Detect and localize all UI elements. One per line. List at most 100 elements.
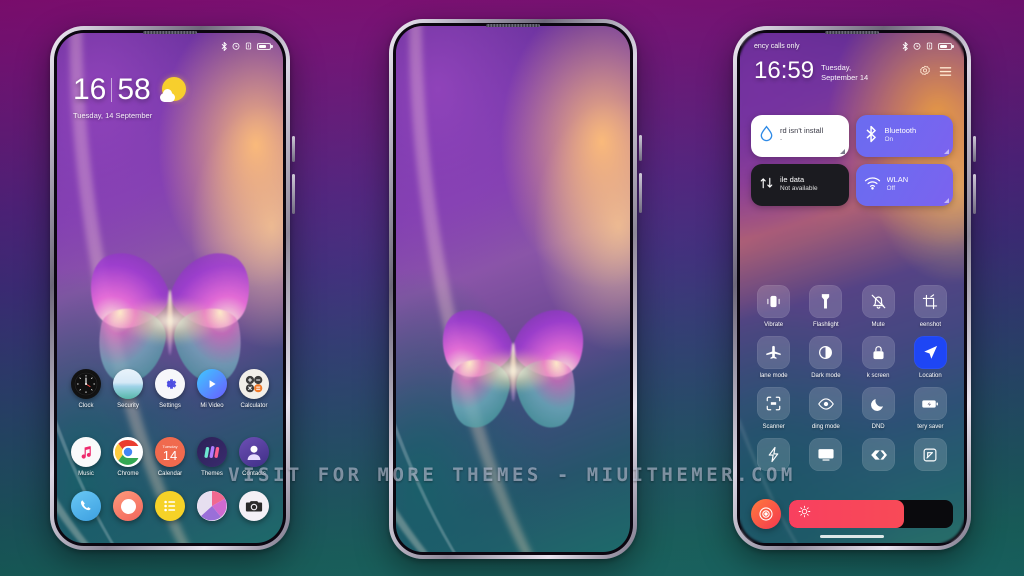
app-icon-calendar[interactable]: Tuesday 14 Calendar bbox=[149, 437, 191, 477]
phone2-bezel bbox=[393, 23, 633, 555]
toggle-mi-share[interactable] bbox=[856, 438, 901, 475]
control-center: 16:59 Tuesday, September 14 rd isn't ins… bbox=[740, 33, 964, 543]
status-bar: ency calls only bbox=[740, 33, 964, 55]
tile-sim-card[interactable]: rd isn't install - bbox=[751, 115, 849, 157]
phone3-bezel: ency calls only 16:59 Tuesday, September… bbox=[737, 30, 967, 546]
cc-date: Tuesday, September 14 bbox=[821, 63, 869, 82]
big-toggle-tiles: rd isn't install - Bluetooth On ile data… bbox=[751, 115, 953, 206]
toggle-label: Mute bbox=[871, 322, 885, 328]
clock-minutes: 58 bbox=[117, 73, 151, 106]
airplane-icon bbox=[757, 336, 791, 369]
app-icon-calculator[interactable]: Calculator bbox=[233, 369, 275, 409]
status-bar-carrier: ency calls only bbox=[754, 42, 800, 50]
screenshot-stage: 16 58 Tuesday, 14 September Clock Securi… bbox=[0, 0, 1024, 576]
quick-ball-icon[interactable] bbox=[751, 499, 781, 529]
toggle-label: ding mode bbox=[811, 424, 840, 430]
gear-icon[interactable] bbox=[919, 64, 931, 82]
play-icon bbox=[197, 369, 227, 399]
app-icon-contacts[interactable]: Contacts bbox=[233, 437, 275, 477]
tile-subtitle: Not available bbox=[780, 185, 818, 193]
cc-header-actions bbox=[919, 64, 952, 82]
wifi-icon bbox=[864, 176, 881, 195]
moon-icon bbox=[861, 387, 895, 420]
security-icon bbox=[113, 369, 143, 399]
messages-icon bbox=[113, 491, 143, 521]
tile-title: rd isn't install bbox=[780, 127, 824, 136]
clock-widget[interactable]: 16 58 Tuesday, 14 September bbox=[73, 75, 186, 120]
tile-title: WLAN bbox=[886, 176, 909, 185]
dock-icon-gallery[interactable] bbox=[191, 491, 233, 521]
app-icon-themes[interactable]: Themes bbox=[191, 437, 233, 477]
app-label: Themes bbox=[201, 471, 223, 477]
flashlight-icon bbox=[809, 285, 843, 318]
eye-icon bbox=[809, 387, 843, 420]
mi-share-icon bbox=[861, 438, 895, 471]
app-icon-security[interactable]: Security bbox=[107, 369, 149, 409]
toggle-dnd[interactable]: DND bbox=[856, 387, 901, 430]
tile-bluetooth[interactable]: Bluetooth On bbox=[855, 115, 953, 157]
toggle-label: eenshot bbox=[919, 322, 942, 328]
app-label: Calendar bbox=[157, 471, 183, 477]
app-icon-clock[interactable]: Clock bbox=[65, 369, 107, 409]
brightness-sun-icon bbox=[798, 505, 811, 523]
toggle-lock-screen[interactable]: k screen bbox=[856, 336, 901, 379]
scanner-icon bbox=[757, 387, 791, 420]
toggle-label: Location bbox=[919, 373, 942, 379]
mobile-data-icon bbox=[759, 175, 774, 196]
toggle-mute[interactable]: Mute bbox=[856, 285, 901, 328]
bluetooth-icon bbox=[864, 125, 879, 148]
app-label: Settings bbox=[159, 403, 181, 409]
toggle-auto-rotate[interactable] bbox=[908, 438, 953, 475]
app-icon-music[interactable]: Music bbox=[65, 437, 107, 477]
phone1-bezel: 16 58 Tuesday, 14 September Clock Securi… bbox=[54, 30, 286, 546]
tile-mobile-data[interactable]: ile data Not available bbox=[751, 164, 849, 206]
home-indicator[interactable] bbox=[820, 535, 884, 538]
sun-behind-cloud-icon bbox=[159, 77, 186, 103]
dock-icon-camera[interactable] bbox=[233, 491, 275, 521]
expand-corner-icon[interactable] bbox=[944, 198, 949, 203]
phone1-screen: 16 58 Tuesday, 14 September Clock Securi… bbox=[57, 33, 283, 543]
toggle-label: Flashlight bbox=[813, 322, 839, 328]
vibrate-icon bbox=[926, 42, 933, 50]
brightness-fill bbox=[789, 500, 904, 528]
toggle-label: Scanner bbox=[762, 424, 785, 430]
themes-icon bbox=[197, 437, 227, 467]
brightness-slider[interactable] bbox=[789, 500, 953, 528]
app-label: Clock bbox=[78, 403, 94, 409]
app-icon-chrome[interactable]: Chrome bbox=[107, 437, 149, 477]
cast-screen-icon bbox=[809, 438, 843, 471]
toggle-quick-power[interactable] bbox=[751, 438, 796, 475]
toggle-screenshot[interactable]: eenshot bbox=[908, 285, 953, 328]
app-icon-mi-video[interactable]: Mi Video bbox=[191, 369, 233, 409]
toggle-flashlight[interactable]: Flashlight bbox=[803, 285, 848, 328]
toggle-reading-mode[interactable]: ding mode bbox=[803, 387, 848, 430]
app-label: Calculator bbox=[240, 403, 268, 409]
dock-icon-phone[interactable] bbox=[65, 491, 107, 521]
app-grid-row-2: Music Chrome Tuesday 14 Calendar Themes … bbox=[57, 437, 283, 477]
phone-home-screen: 16 58 Tuesday, 14 September Clock Securi… bbox=[50, 26, 295, 550]
toggle-location[interactable]: Location bbox=[908, 336, 953, 379]
app-icon-settings[interactable]: Settings bbox=[149, 369, 191, 409]
tile-wlan[interactable]: WLAN Off bbox=[855, 164, 953, 206]
expand-corner-icon[interactable] bbox=[944, 149, 949, 154]
hamburger-icon[interactable] bbox=[939, 64, 952, 82]
toggle-airplane-mode[interactable]: lane mode bbox=[751, 336, 796, 379]
dock-icon-notes[interactable] bbox=[149, 491, 191, 521]
toggle-battery-saver[interactable]: tery saver bbox=[908, 387, 953, 430]
chrome-icon bbox=[113, 437, 143, 467]
toggle-scanner[interactable]: Scanner bbox=[751, 387, 796, 430]
toggle-vibrate[interactable]: Vibrate bbox=[751, 285, 796, 328]
app-label: Chrome bbox=[117, 471, 139, 477]
expand-corner-icon[interactable] bbox=[839, 149, 845, 154]
status-bar-icons bbox=[221, 41, 273, 51]
phone-control-center: ency calls only 16:59 Tuesday, September… bbox=[733, 26, 976, 550]
earpiece-speaker bbox=[825, 31, 879, 34]
screenshot-icon bbox=[913, 285, 947, 318]
dock-icon-messages[interactable] bbox=[107, 491, 149, 521]
vibrate-icon bbox=[757, 285, 791, 318]
toggle-dark-mode[interactable]: Dark mode bbox=[803, 336, 848, 379]
toggle-cast-screen[interactable] bbox=[803, 438, 848, 475]
app-label: Security bbox=[117, 403, 139, 409]
music-note-icon bbox=[71, 437, 101, 467]
toggle-label: DND bbox=[871, 424, 885, 430]
